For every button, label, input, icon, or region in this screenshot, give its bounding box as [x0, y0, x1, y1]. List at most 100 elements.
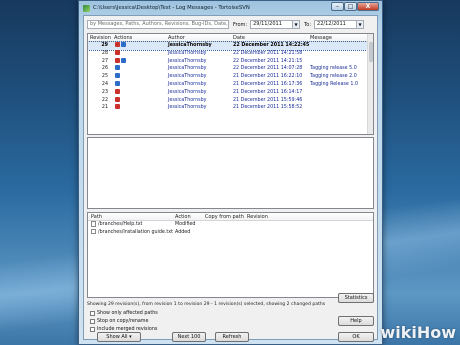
column-header-action[interactable]: Action — [175, 213, 191, 221]
checkbox-box[interactable] — [90, 318, 95, 324]
changed-path-row[interactable]: /branches/Installation guide.txt Added — [88, 228, 373, 237]
revision-number: 23 — [101, 89, 108, 95]
revision-row[interactable]: 24 JessicaThornsby 21 December 2011 16:17:… — [88, 80, 373, 89]
tortoisesvn-icon — [83, 4, 90, 12]
changed-path: /branches/Installation guide.txt — [98, 229, 173, 235]
revision-date: 22 December 2011 14:21:58 — [233, 50, 303, 56]
file-icon — [91, 221, 96, 227]
file-icon — [91, 228, 96, 235]
next-100-button[interactable]: Next 100 — [172, 332, 206, 342]
from-date-picker[interactable]: 29/11/2011 ▼ — [250, 20, 301, 29]
to-date-picker[interactable]: 22/12/2011 ▼ — [314, 20, 365, 29]
log-messages-window: C:\Users\Jessica\Desktop\Test - Log Mess… — [78, 0, 383, 345]
chevron-down-icon[interactable]: ▼ — [292, 21, 300, 28]
revision-author: JessicaThornsby — [168, 105, 207, 111]
revision-number: 27 — [101, 58, 108, 64]
modified-action-icon — [115, 88, 120, 94]
checkbox-label: Stop on copy/rename — [97, 318, 149, 324]
revision-number: 26 — [101, 66, 108, 72]
checkbox-label: Show only affected paths — [97, 311, 158, 316]
statistics-button[interactable]: Statistics — [338, 293, 374, 303]
revision-rows: 29 JessicaThornsby 22 December 2011 14:22:… — [88, 41, 373, 112]
ok-button[interactable]: OK — [338, 332, 374, 342]
stop-on-copy-checkbox[interactable]: Stop on copy/rename — [90, 318, 158, 325]
revision-row[interactable]: 25 JessicaThornsby 21 December 2011 16:22:… — [88, 73, 373, 81]
column-header-author[interactable]: Author — [168, 34, 185, 42]
revision-number: 29 — [101, 43, 108, 48]
revision-date: 21 December 2011 16:14:17 — [233, 89, 303, 95]
revision-date: 21 December 2011 15:59:46 — [233, 97, 303, 103]
revision-number: 24 — [101, 81, 108, 87]
column-header-actions[interactable]: Actions — [114, 34, 132, 42]
chevron-down-icon[interactable]: ▼ — [356, 21, 364, 28]
revision-date: 22 December 2011 14:22:45 — [233, 43, 310, 48]
revision-list[interactable]: Revision Actions Author Date Message 29 J… — [87, 33, 374, 135]
checkbox-box[interactable] — [90, 311, 95, 316]
revision-list-scrollbar[interactable] — [367, 34, 373, 134]
revision-author: JessicaThornsby — [168, 81, 207, 87]
help-button[interactable]: Help — [338, 316, 374, 326]
column-header-date[interactable]: Date — [233, 34, 245, 42]
revision-author: JessicaThornsby — [168, 97, 207, 103]
column-header-copy-revision[interactable]: Revision — [247, 213, 268, 221]
revision-row[interactable]: 26 JessicaThornsby 22 December 2011 14:07:… — [88, 65, 373, 73]
revision-row[interactable]: 29 JessicaThornsby 22 December 2011 14:22:… — [88, 41, 373, 51]
refresh-button[interactable]: Refresh — [215, 332, 249, 342]
checkbox-box[interactable] — [90, 326, 95, 332]
revision-message: Tagging Release 1.0 — [310, 81, 359, 87]
revision-number: 22 — [101, 97, 108, 103]
changed-path-row[interactable]: /branches/Help.txt Modified — [88, 221, 373, 229]
to-label: To: — [304, 21, 312, 28]
window-title: C:\Users\Jessica\Desktop\Test - Log Mess… — [93, 5, 250, 11]
revision-date: 22 December 2011 14:07:28 — [233, 66, 303, 72]
revision-row[interactable]: 23 JessicaThornsby 21 December 2011 16:14:… — [88, 88, 373, 97]
maximize-button[interactable]: □ — [344, 2, 357, 11]
show-affected-paths-checkbox[interactable]: Show only affected paths — [90, 310, 158, 317]
revision-row[interactable]: 22 JessicaThornsby 21 December 2011 15:59:… — [88, 96, 373, 105]
from-label: From: — [233, 21, 248, 28]
changed-path-action: Added — [175, 229, 191, 235]
to-date-value: 22/12/2011 — [317, 21, 346, 27]
revision-author: JessicaThornsby — [168, 66, 207, 72]
modified-action-icon — [115, 104, 120, 110]
revision-number: 25 — [101, 74, 108, 80]
column-header-copy-from-path[interactable]: Copy from path — [205, 213, 244, 221]
watermark-wiki: wiki — [380, 323, 417, 342]
minimize-button[interactable]: – — [331, 2, 344, 11]
log-message-area[interactable] — [87, 137, 374, 209]
scrollbar-thumb[interactable] — [368, 42, 373, 62]
revision-date: 21 December 2011 15:58:52 — [233, 105, 303, 111]
show-all-button[interactable]: Show All ▾ — [97, 332, 141, 342]
title-bar[interactable]: C:\Users\Jessica\Desktop\Test - Log Mess… — [79, 1, 382, 15]
revision-date: 22 December 2011 14:21:15 — [233, 58, 303, 64]
checkbox-label: Include merged revisions — [97, 326, 158, 332]
revision-author: JessicaThornsby — [168, 50, 207, 56]
chevron-down-icon: ▾ — [129, 334, 132, 340]
added-action-icon — [115, 65, 120, 71]
option-checkboxes: Show only affected paths Stop on copy/re… — [90, 310, 158, 333]
revision-message: Tagging release 2.0 — [310, 74, 357, 80]
revision-date: 21 December 2011 16:17:36 — [233, 81, 303, 87]
column-header-message[interactable]: Message — [310, 34, 332, 42]
show-all-label: Show All — [106, 334, 128, 340]
changed-paths-list[interactable]: Path Action Copy from path Revision /bra… — [87, 212, 374, 298]
modified-action-icon — [115, 49, 120, 55]
added-action-icon — [115, 80, 120, 86]
changed-paths-rows: /branches/Help.txt Modified/branches/Inst… — [88, 221, 373, 237]
modified-action-icon — [115, 96, 120, 102]
revision-author: JessicaThornsby — [168, 58, 207, 64]
revision-row[interactable]: 27 JessicaThornsby 22 December 2011 14:21:… — [88, 57, 373, 66]
added-action-icon — [121, 57, 126, 63]
filter-bar: by Messages, Paths, Authors, Revisions, … — [87, 20, 374, 29]
revision-row[interactable]: 28 JessicaThornsby 22 December 2011 14:21:… — [88, 49, 373, 58]
search-input[interactable]: by Messages, Paths, Authors, Revisions, … — [87, 20, 229, 29]
column-header-revision[interactable]: Revision — [90, 34, 111, 42]
dialog-client-area: by Messages, Paths, Authors, Revisions, … — [83, 15, 378, 342]
revision-message: Tagging release 5.0 — [310, 66, 357, 72]
column-header-path[interactable]: Path — [91, 213, 102, 221]
from-date-value: 29/11/2011 — [253, 21, 282, 27]
wikihow-watermark: wikiHow — [380, 323, 456, 342]
modified-action-icon — [115, 57, 120, 63]
close-button[interactable]: X — [357, 2, 379, 11]
revision-row[interactable]: 21 JessicaThornsby 21 December 2011 15:58:… — [88, 104, 373, 112]
